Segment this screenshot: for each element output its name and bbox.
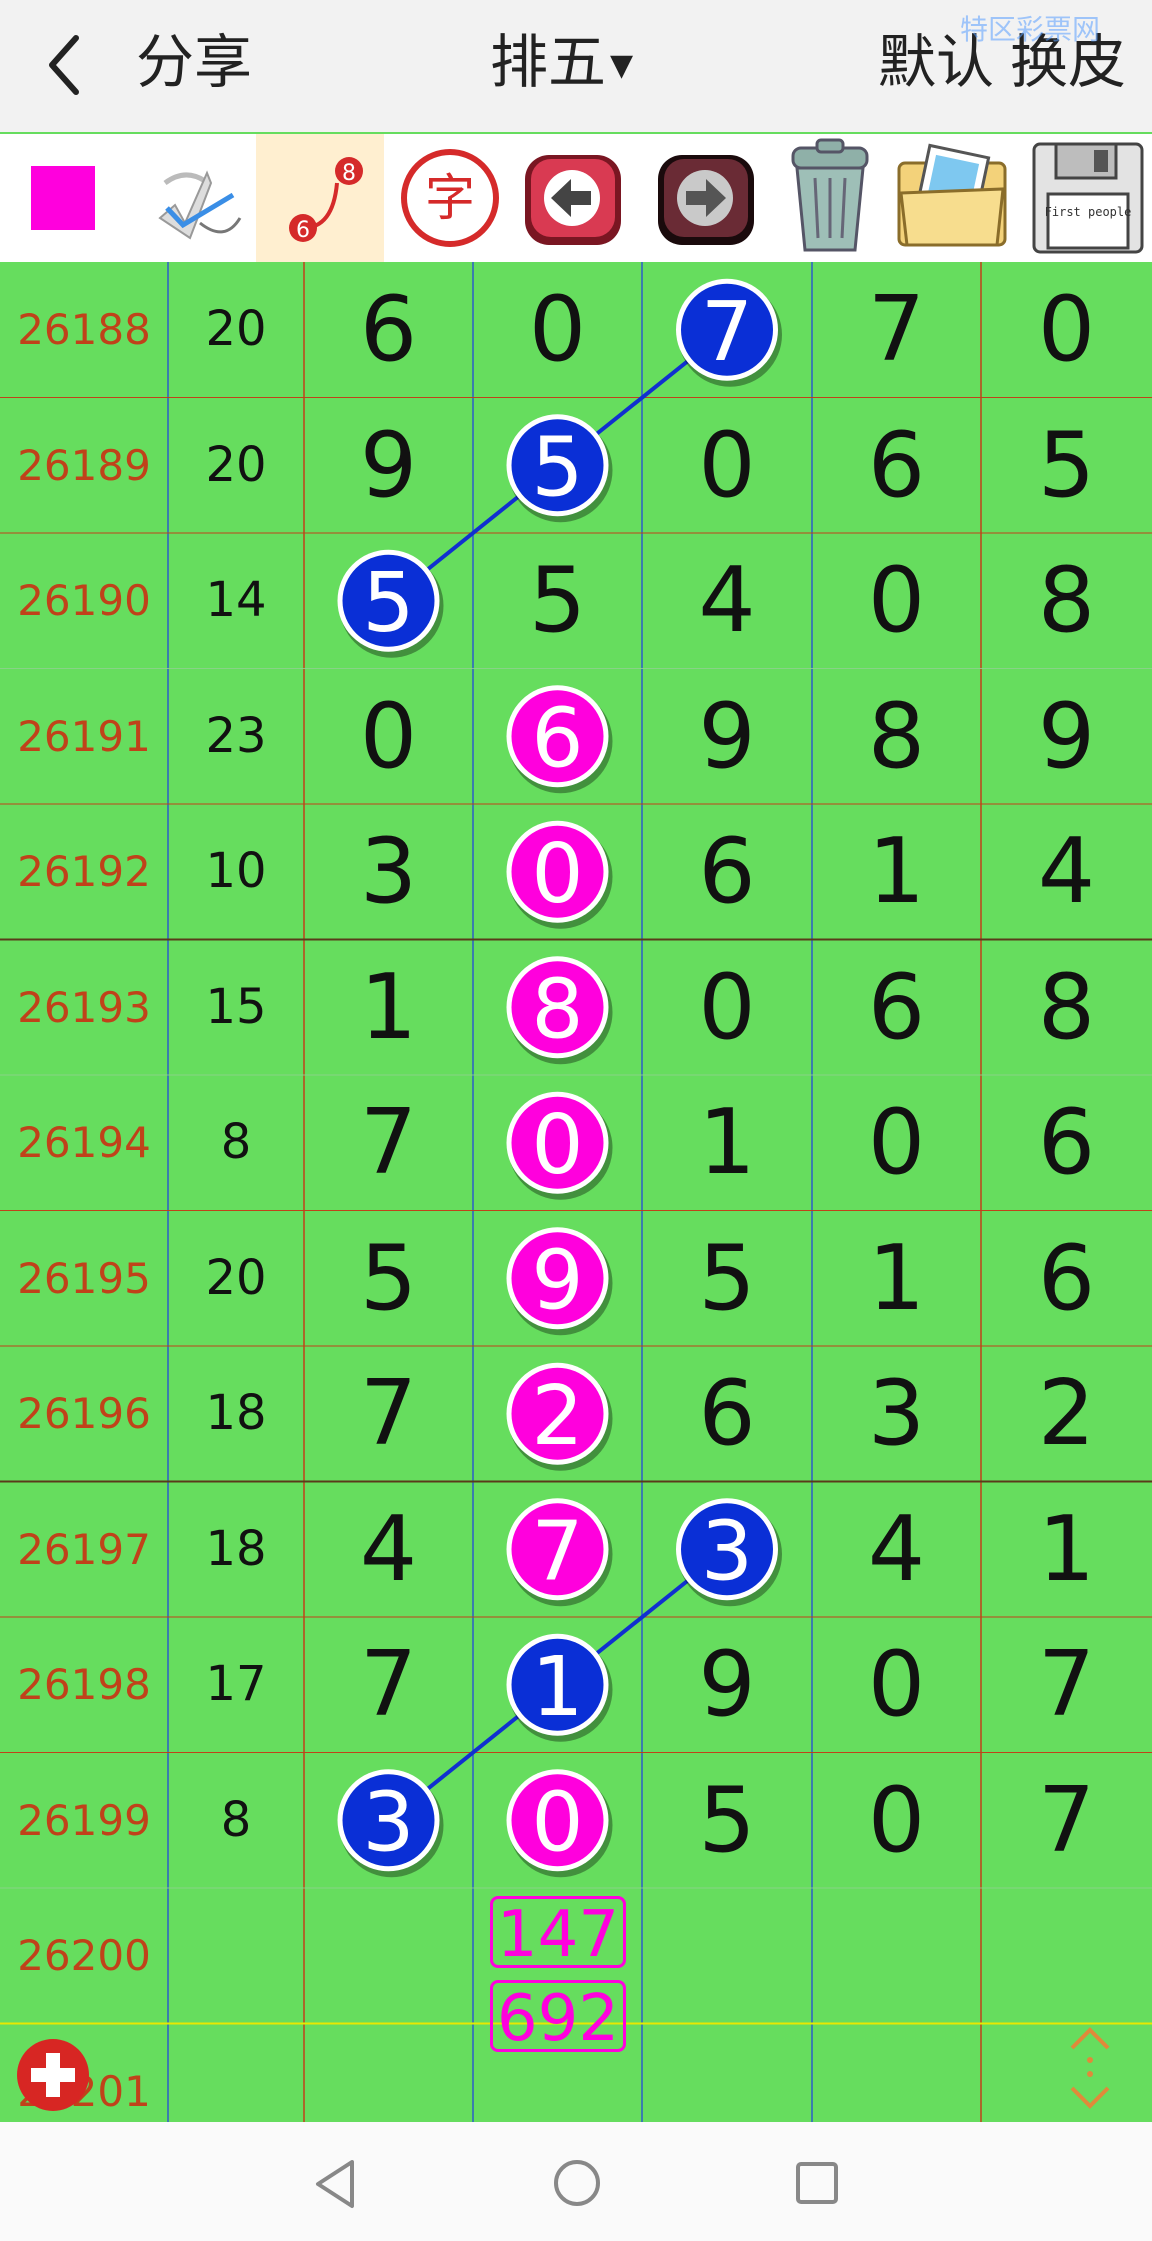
scroll-up-down-icon[interactable]: [1066, 2026, 1114, 2110]
save-button[interactable]: First people: [1025, 134, 1151, 262]
line-connect-icon: 8 6: [289, 157, 363, 243]
svg-text:字: 字: [425, 169, 475, 227]
svg-text:8: 8: [531, 962, 583, 1057]
highlight-ball: 6: [506, 685, 613, 794]
highlight-ball: 5: [337, 549, 444, 658]
add-plus-icon[interactable]: [14, 2036, 92, 2114]
floppy-disk-icon: First people: [1032, 142, 1144, 254]
svg-text:5: 5: [362, 556, 414, 651]
connector-lines: 7 5 5 6 0 8 0 9 2 7 3 1 3 0: [337, 278, 782, 1878]
svg-text:3: 3: [362, 1775, 414, 1870]
svg-text:First people: First people: [1045, 205, 1132, 219]
highlight-ball: 7: [676, 278, 782, 387]
svg-text:6: 6: [531, 691, 583, 786]
undo-arrow-icon: [525, 155, 621, 245]
svg-text:0: 0: [531, 827, 583, 922]
back-arrow-icon[interactable]: [40, 30, 90, 100]
svg-text:8: 8: [342, 161, 356, 186]
svg-text:5: 5: [531, 420, 583, 515]
color-swatch-button[interactable]: [3, 134, 123, 262]
svg-text:0: 0: [531, 1775, 583, 1870]
svg-text:6: 6: [296, 218, 310, 243]
game-title-dropdown[interactable]: 排五 ▼: [490, 22, 633, 106]
svg-text:9: 9: [531, 1233, 583, 1328]
highlight-ball: 0: [506, 820, 613, 929]
redo-arrow-icon: [658, 155, 754, 245]
highlight-ball: 3: [676, 1498, 782, 1607]
svg-text:3: 3: [701, 1504, 753, 1599]
line-tool-button[interactable]: 8 6: [256, 134, 384, 262]
svg-text:1: 1: [531, 1640, 583, 1735]
pen-tool-button[interactable]: [140, 134, 260, 262]
trash-can-icon: [791, 138, 869, 252]
nav-back-icon[interactable]: [312, 2158, 358, 2210]
image-folder-icon: [897, 143, 1007, 247]
pen-icon: [158, 170, 242, 240]
highlight-ball: 0: [506, 1769, 613, 1878]
text-tool-button[interactable]: 字: [390, 134, 510, 262]
undo-button[interactable]: [512, 134, 632, 262]
highlight-ball: 7: [506, 1498, 613, 1607]
nav-home-icon[interactable]: [552, 2158, 602, 2208]
color-swatch: [31, 166, 95, 230]
highlight-ball: 9: [506, 1227, 613, 1336]
redo-button[interactable]: [645, 134, 765, 262]
top-bar: 分享 排五 ▼ 默认 换皮 特区彩票网: [0, 0, 1152, 132]
delete-button[interactable]: [770, 134, 890, 262]
svg-text:7: 7: [531, 1504, 583, 1599]
share-button[interactable]: 分享: [136, 22, 252, 102]
svg-text:7: 7: [701, 285, 753, 380]
game-title: 排五: [490, 28, 607, 96]
svg-text:2: 2: [531, 1369, 583, 1464]
image-button[interactable]: [893, 134, 1013, 262]
highlight-ball: 1: [506, 1633, 613, 1742]
nav-recents-icon[interactable]: [794, 2160, 840, 2206]
system-nav-bar: [0, 2122, 1152, 2241]
highlight-ball: 2: [506, 1362, 613, 1471]
trend-chart-grid: 26188 20 6 0 7 0 26189 20 9 0 6 5 26190 14 5 4 0 8 26191 23…: [0, 262, 1152, 2122]
highlight-ball: 0: [506, 1091, 613, 1200]
svg-text:0: 0: [531, 1098, 583, 1193]
drawing-toolbar: 8 6 字 First people: [0, 134, 1152, 262]
dropdown-caret-icon: ▼: [610, 47, 634, 83]
highlight-ball: 5: [506, 414, 613, 523]
highlight-ball: 8: [506, 956, 613, 1065]
watermark-logo: 特区彩票网: [960, 13, 1101, 46]
highlight-ball: 3: [337, 1769, 444, 1878]
text-char-icon: 字: [401, 149, 499, 247]
